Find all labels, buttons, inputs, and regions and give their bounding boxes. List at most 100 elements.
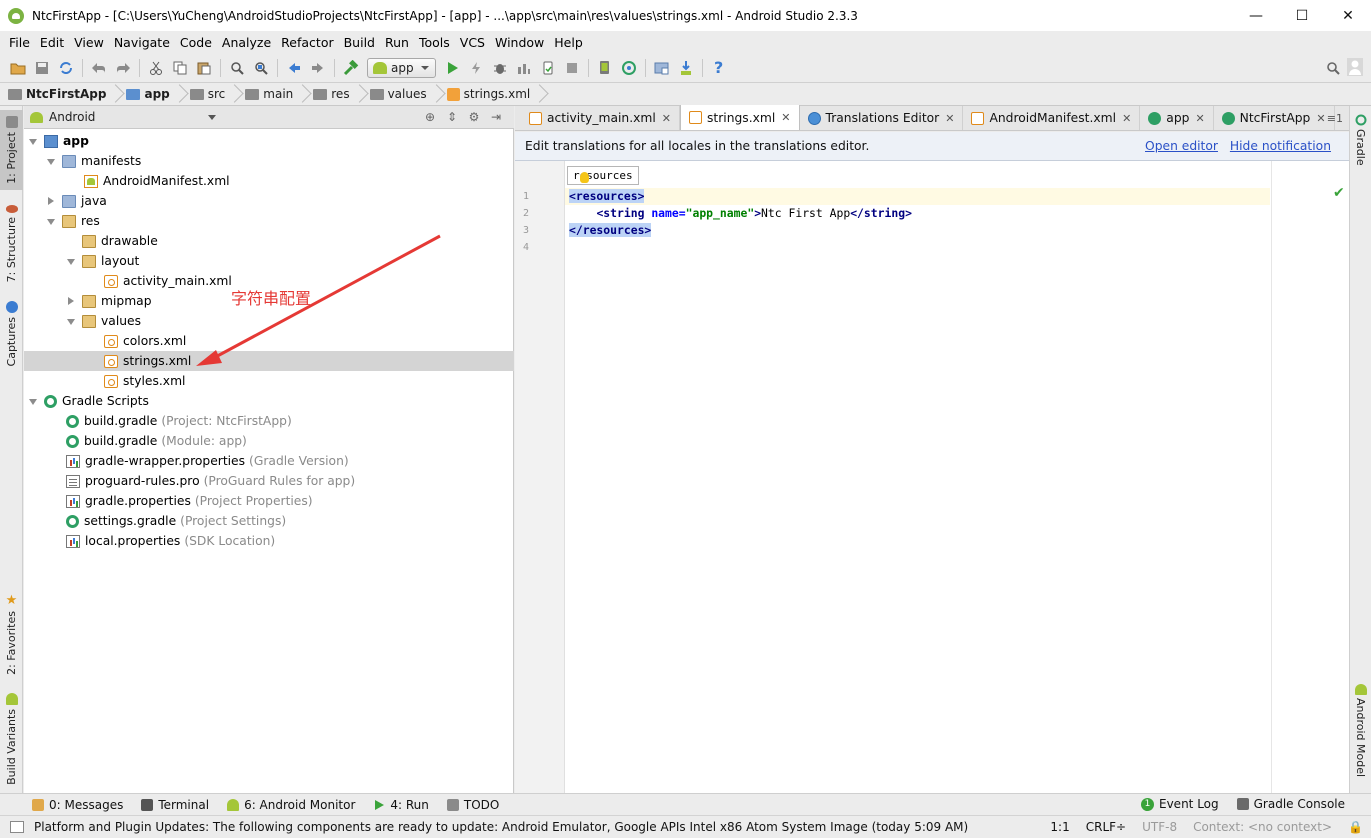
lightbulb-icon[interactable] [580, 172, 589, 183]
forward-icon[interactable] [309, 59, 327, 77]
tool-android-monitor[interactable]: 6: Android Monitor [227, 798, 355, 812]
avd-manager-icon[interactable] [596, 59, 614, 77]
project-structure-icon[interactable] [653, 59, 671, 77]
hide-notification-link[interactable]: Hide notification [1230, 139, 1331, 153]
tab-android-model[interactable]: Android Model [1354, 684, 1367, 777]
tree-node-layout[interactable]: layout [24, 251, 514, 271]
menu-refactor[interactable]: Refactor [276, 35, 338, 50]
tree-node-app[interactable]: app [24, 131, 514, 151]
status-message[interactable]: Platform and Plugin Updates: The followi… [34, 820, 968, 834]
save-icon[interactable] [33, 59, 51, 77]
close-icon[interactable]: ✕ [1316, 112, 1325, 125]
apply-changes-icon[interactable] [539, 59, 557, 77]
tree-node-java[interactable]: java [24, 191, 514, 211]
tab-activity-main[interactable]: activity_main.xml ✕ [521, 106, 680, 130]
tool-gradle-console[interactable]: Gradle Console [1236, 797, 1345, 811]
close-icon[interactable]: ✕ [945, 112, 954, 125]
breadcrumb-item[interactable]: res [313, 83, 369, 106]
tree-node-drawable[interactable]: drawable [24, 231, 514, 251]
tool-messages[interactable]: 0: Messages [32, 798, 123, 812]
redo-icon[interactable] [114, 59, 132, 77]
stop-icon[interactable] [563, 59, 581, 77]
menu-vcs[interactable]: VCS [455, 35, 490, 50]
menu-tools[interactable]: Tools [414, 35, 455, 50]
close-icon[interactable]: ✕ [662, 112, 671, 125]
lock-icon[interactable]: 🔒 [1348, 820, 1363, 834]
help-icon[interactable]: ? [710, 59, 728, 77]
tree-node-styles[interactable]: styles.xml [24, 371, 514, 391]
tool-todo[interactable]: TODO [446, 798, 499, 812]
tree-node-gradle-scripts[interactable]: Gradle Scripts [24, 391, 514, 411]
menu-run[interactable]: Run [380, 35, 414, 50]
tree-node-gradle-wrapper[interactable]: gradle-wrapper.properties (Gradle Version… [24, 451, 514, 471]
tree-node-manifests[interactable]: manifests [24, 151, 514, 171]
breadcrumb-item[interactable]: src [189, 83, 246, 106]
tool-event-log[interactable]: 1 Event Log [1141, 797, 1219, 811]
tree-node-settings-gradle[interactable]: settings.gradle (Project Settings) [24, 511, 514, 531]
tree-node-local-properties[interactable]: local.properties (SDK Location) [24, 531, 514, 551]
tool-terminal[interactable]: Terminal [141, 798, 209, 812]
copy-icon[interactable] [171, 59, 189, 77]
tab-app[interactable]: app ✕ [1140, 106, 1214, 130]
cut-icon[interactable] [147, 59, 165, 77]
code-editor[interactable]: 1 2 3 4 <resources> <string name="app_na… [515, 161, 1349, 793]
tab-build-variants[interactable]: Build Variants [0, 690, 23, 790]
profile-icon[interactable] [515, 59, 533, 77]
collapse-all-icon[interactable]: ⇕ [444, 109, 460, 125]
tree-node-proguard[interactable]: proguard-rules.pro (ProGuard Rules for ap… [24, 471, 514, 491]
menu-help[interactable]: Help [549, 35, 588, 50]
tool-windows-toggle-icon[interactable] [10, 820, 24, 833]
debug-icon[interactable] [491, 59, 509, 77]
tree-node-strings[interactable]: strings.xml [24, 351, 514, 371]
user-avatar-icon[interactable] [1346, 58, 1364, 76]
sync-icon[interactable] [57, 59, 75, 77]
run-configuration-select[interactable]: app [367, 57, 436, 78]
tree-node-androidmanifest[interactable]: AndroidManifest.xml [24, 171, 514, 191]
menu-code[interactable]: Code [175, 35, 217, 50]
close-button[interactable]: ✕ [1325, 0, 1371, 31]
open-folder-icon[interactable] [9, 59, 27, 77]
find-icon[interactable] [228, 59, 246, 77]
tab-overflow-button[interactable]: ≡1 [1327, 112, 1343, 125]
breadcrumb-item[interactable]: NtcFirstApp [8, 83, 126, 106]
tab-translations-editor[interactable]: Translations Editor ✕ [799, 106, 964, 130]
tab-project[interactable]: 1: Project [0, 110, 23, 190]
open-editor-link[interactable]: Open editor [1145, 139, 1218, 153]
sync-gradle-icon[interactable] [620, 59, 638, 77]
menu-file[interactable]: File [4, 35, 35, 50]
context-indicator[interactable]: Context: <no context> [1193, 820, 1332, 834]
instant-run-icon[interactable] [467, 59, 485, 77]
breadcrumb-item[interactable]: strings.xml [446, 83, 551, 106]
tab-favorites[interactable]: ★ 2: Favorites [0, 592, 23, 675]
scroll-from-source-icon[interactable]: ⊕ [422, 109, 438, 125]
tree-node-gradle-properties[interactable]: gradle.properties (Project Properties) [24, 491, 514, 511]
gear-icon[interactable]: ⚙ [466, 109, 482, 125]
maximize-button[interactable]: ☐ [1279, 0, 1325, 31]
tab-ntcfirstapp[interactable]: NtcFirstApp ✕ [1213, 106, 1335, 130]
tool-run[interactable]: 4: Run [373, 798, 429, 812]
tree-node-colors[interactable]: colors.xml [24, 331, 514, 351]
menu-edit[interactable]: Edit [35, 35, 69, 50]
close-icon[interactable]: ✕ [1122, 112, 1131, 125]
tree-node-build-gradle-project[interactable]: build.gradle (Project: NtcFirstApp) [24, 411, 514, 431]
search-everywhere-icon[interactable] [1324, 59, 1342, 77]
line-separator[interactable]: CRLF÷ [1086, 820, 1126, 834]
close-icon[interactable]: ✕ [1195, 112, 1204, 125]
paste-icon[interactable] [195, 59, 213, 77]
replace-icon[interactable] [252, 59, 270, 77]
tab-structure[interactable]: 7: Structure [0, 202, 23, 282]
close-icon[interactable]: ✕ [781, 111, 790, 124]
make-project-hammer-icon[interactable] [342, 59, 360, 77]
menu-view[interactable]: View [69, 35, 109, 50]
tab-captures[interactable]: Captures [0, 298, 23, 368]
run-icon[interactable] [443, 59, 461, 77]
tree-node-res[interactable]: res [24, 211, 514, 231]
breadcrumb-item[interactable]: app [126, 83, 189, 106]
menu-navigate[interactable]: Navigate [109, 35, 175, 50]
breadcrumb-item[interactable]: main [245, 83, 313, 106]
tree-node-values[interactable]: values [24, 311, 514, 331]
menu-window[interactable]: Window [490, 35, 549, 50]
minimize-button[interactable]: — [1233, 0, 1279, 31]
tree-node-build-gradle-module[interactable]: build.gradle (Module: app) [24, 431, 514, 451]
sdk-manager-icon[interactable] [677, 59, 695, 77]
